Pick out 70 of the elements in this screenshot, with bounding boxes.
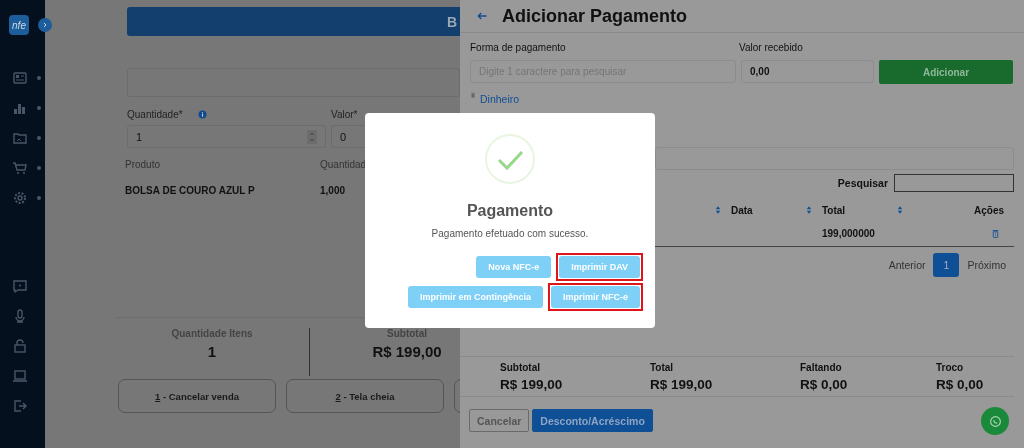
checkmark-icon (484, 133, 536, 185)
panel-title: Adicionar Pagamento (502, 5, 688, 27)
field-label: Valor* (331, 108, 358, 120)
id-card-icon[interactable] (12, 70, 28, 86)
trash-icon[interactable] (991, 227, 1000, 239)
spinner-icon (307, 129, 317, 144)
field-label: Quantidade* (127, 108, 183, 120)
column-header: Quantidad (320, 159, 368, 172)
lock-icon[interactable] (12, 338, 28, 354)
search-label: Pesquisar (837, 177, 888, 189)
summary-value: R$ 199,00 (372, 343, 442, 360)
next-link[interactable]: Próximo (967, 259, 1006, 271)
action-button[interactable]: 1 - Cancelar venda (118, 379, 276, 413)
dot-icon (37, 106, 41, 110)
expand-button[interactable] (38, 18, 52, 32)
sort-icon[interactable] (806, 205, 812, 215)
primary-button[interactable]: B (127, 7, 460, 36)
amount-field[interactable]: 0,00 (741, 60, 874, 83)
field-label: Valor recebido (739, 41, 803, 53)
previous-link[interactable]: Anterior (888, 259, 926, 271)
total-value: R$ 199,00 (650, 377, 714, 392)
input-field[interactable] (655, 147, 1014, 170)
logo[interactable]: nfe (9, 15, 29, 35)
total-label: Total (650, 362, 675, 373)
dialog-message: Pagamento efetuado com sucesso. (431, 228, 589, 239)
value-field[interactable]: 0 (331, 125, 365, 148)
total-label: Subtotal (500, 362, 541, 373)
chevron-right-icon (41, 21, 49, 29)
trash-icon[interactable] (470, 91, 476, 99)
add-button[interactable]: Adicionar (879, 60, 1013, 84)
total-value: R$ 0,00 (800, 377, 849, 392)
total-label: Faltando (800, 362, 843, 373)
dot-icon (37, 136, 41, 140)
cart-icon[interactable] (12, 160, 28, 176)
table-cell: 1,000 (320, 184, 346, 196)
action-button[interactable]: 2 - Tela cheia (286, 379, 444, 413)
logout-icon[interactable] (12, 398, 28, 414)
total-value: R$ 0,00 (936, 377, 985, 392)
sort-icon[interactable] (897, 205, 903, 215)
folder-icon[interactable] (12, 130, 28, 146)
table-cell: 199,000000 (822, 227, 875, 239)
page-button[interactable]: 1 (933, 253, 960, 277)
total-label: Troco (936, 362, 965, 373)
quantity-field[interactable]: 1 (127, 125, 326, 148)
column-header: Produto (125, 159, 162, 172)
payment-method-link[interactable]: Dinheiro (480, 93, 520, 105)
total-value: R$ 199,00 (500, 377, 564, 392)
cancel-button[interactable]: Cancelar (469, 409, 530, 432)
dialog-title: Pagamento (466, 202, 554, 220)
laptop-icon[interactable] (12, 368, 28, 384)
dot-icon (37, 196, 41, 200)
column-header: Ações (974, 204, 1004, 216)
microphone-icon[interactable] (12, 308, 28, 324)
sort-icon[interactable] (715, 205, 721, 215)
summary-value: 1 (207, 343, 217, 360)
dot-icon (37, 166, 41, 170)
field-label: Forma de pagamento (470, 41, 567, 53)
search-field[interactable] (894, 174, 1014, 192)
discount-button[interactable]: Desconto/Acréscimo (532, 409, 653, 432)
back-arrow-icon[interactable] (476, 10, 488, 22)
input-field[interactable] (127, 68, 460, 97)
dot-icon (37, 76, 41, 80)
chat-icon[interactable] (12, 278, 28, 294)
table-cell: BOLSA DE COURO AZUL P (125, 184, 255, 196)
phone-bubble-icon (988, 414, 1002, 428)
column-header: Data (731, 204, 753, 216)
settings-icon[interactable] (12, 190, 28, 206)
info-icon (197, 109, 207, 119)
column-header: Total (822, 204, 846, 216)
chat-button[interactable] (981, 407, 1009, 435)
